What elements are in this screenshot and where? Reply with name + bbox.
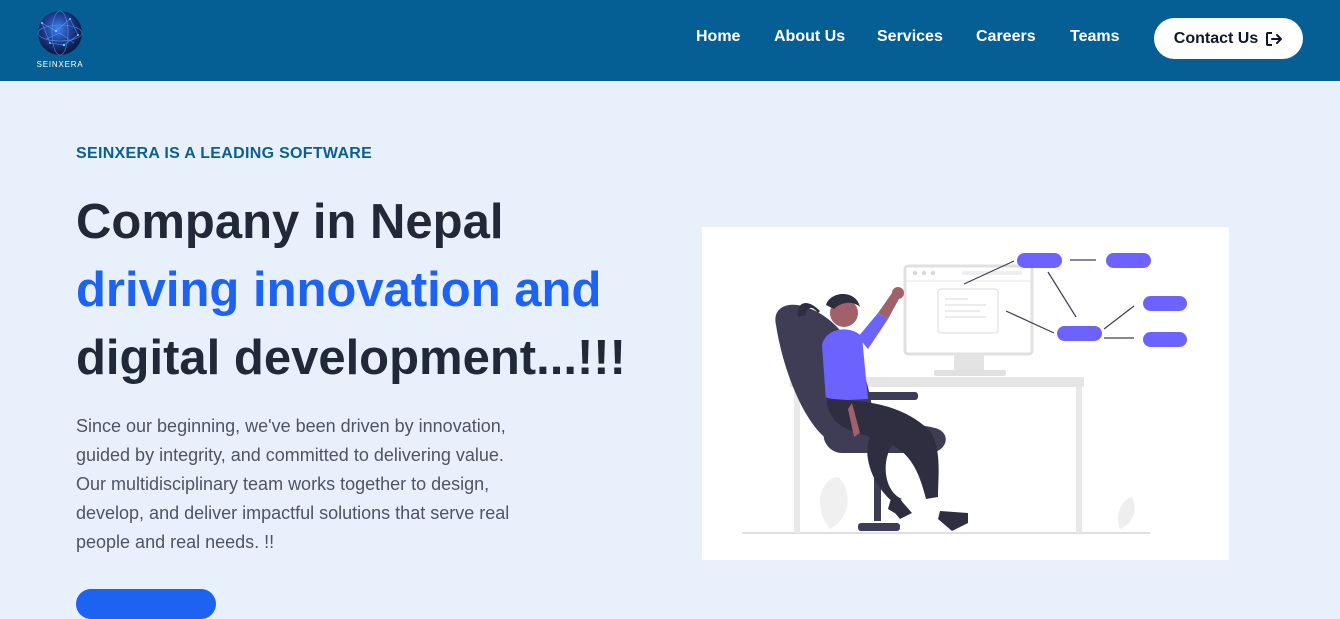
contact-us-button[interactable]: Contact Us xyxy=(1154,18,1303,59)
hero-description: Since our beginning, we've been driven b… xyxy=(76,416,510,552)
hero-illustration xyxy=(702,227,1229,560)
nav-link-about-us[interactable]: About Us xyxy=(774,28,845,46)
nav-link-services[interactable]: Services xyxy=(877,28,943,46)
hero-headline: Company in Nepal driving innovation and … xyxy=(76,188,626,392)
woman-at-computer-illustration xyxy=(742,253,1187,534)
headline-line-1: Company in Nepal xyxy=(76,195,504,249)
contact-us-label: Contact Us xyxy=(1173,29,1259,47)
nav-link-home[interactable]: Home xyxy=(696,28,740,46)
sign-in-icon xyxy=(1266,31,1283,46)
nav-link-careers[interactable]: Careers xyxy=(976,28,1036,46)
top-navbar: SEINXERA Home About Us Services Careers … xyxy=(0,0,1340,81)
brand-name: SEINXERA xyxy=(36,60,84,69)
nav-link-teams[interactable]: Teams xyxy=(1070,28,1120,46)
headline-line-2: driving innovation and xyxy=(76,263,602,317)
headline-line-3: digital development...!!! xyxy=(76,331,626,385)
brand-logo[interactable]: SEINXERA xyxy=(33,9,87,71)
globe-logo-icon xyxy=(37,10,83,56)
hero-eyebrow: SEINXERA IS A LEADING SOFTWARE xyxy=(76,145,373,162)
